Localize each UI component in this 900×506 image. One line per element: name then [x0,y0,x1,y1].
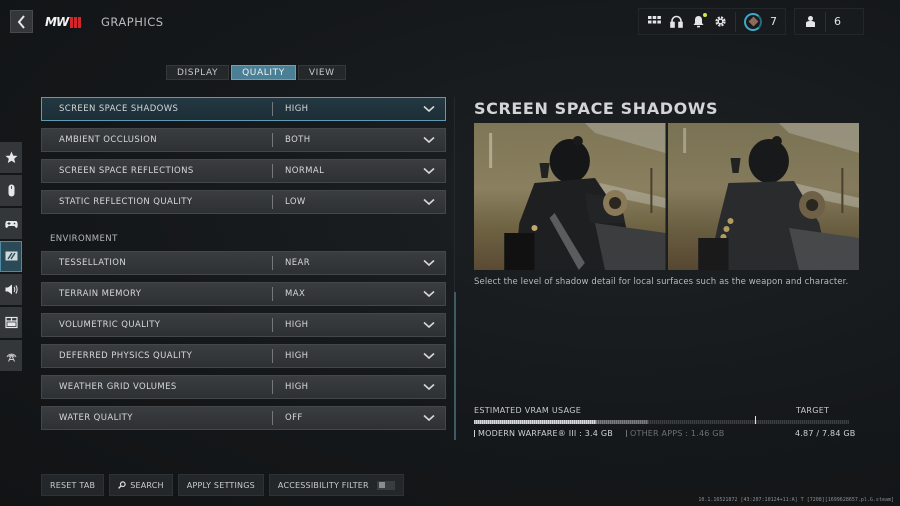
operator-icon[interactable] [803,15,817,29]
setting-value: HIGH [285,320,309,330]
setting-row-terrain-memory[interactable]: TERRAIN MEMORY MAX [41,282,446,306]
game-logo: MW [45,15,82,29]
mouse-icon [8,184,14,197]
preview-image-shadows-on [474,123,666,270]
rail-item-controller[interactable] [0,208,22,239]
setting-label: VOLUMETRIC QUALITY [59,320,161,330]
chevron-down-icon[interactable] [423,290,435,298]
player-level-badge[interactable] [744,12,762,31]
bell-icon[interactable] [691,12,707,29]
preview-image-shadows-off [667,123,859,270]
setting-row-volumetric-quality[interactable]: VOLUMETRIC QUALITY HIGH [41,313,446,337]
setting-value: HIGH [285,351,309,361]
setting-row-screen-space-shadows[interactable]: SCREEN SPACE SHADOWS HIGH [41,97,446,121]
notification-dot [703,12,707,17]
chevron-down-icon[interactable] [423,383,435,391]
player-level: 7 [770,15,777,28]
setting-value: NORMAL [285,166,325,176]
vram-target-label: TARGET [796,406,830,415]
setting-label: STATIC REFLECTION QUALITY [59,197,193,207]
vram-legend-other-apps: OTHER APPS : 1.46 GB [626,429,724,438]
chevron-down-icon[interactable] [423,352,435,360]
tab-display[interactable]: DISPLAY [166,65,230,80]
rail-item-favorites[interactable] [0,142,22,173]
vram-total: 4.87 / 7.84 GB [795,429,856,438]
rail-item-interface[interactable] [0,307,22,338]
tab-bar: DISPLAY QUALITY VIEW [166,65,346,80]
accessibility-filter-button[interactable]: ACCESSIBILITY FILTER [268,474,404,496]
signal-tower-icon [6,353,16,362]
top-right-toolbar: 7 6 [638,8,864,35]
vram-title: ESTIMATED VRAM USAGE [474,406,582,415]
search-button[interactable]: SEARCH [109,474,173,496]
apply-settings-button[interactable]: APPLY SETTINGS [177,474,264,496]
monitor-icon [5,251,17,261]
setting-value: HIGH [285,382,309,392]
settings-list: SCREEN SPACE SHADOWS HIGH AMBIENT OCCLUS… [41,97,446,437]
gamepad-icon [4,221,18,228]
setting-row-static-reflection-quality[interactable]: STATIC REFLECTION QUALITY LOW [41,190,446,214]
vram-legend-modern-warfare: MODERN WARFARE® III : 3.4 GB [474,429,613,438]
chevron-down-icon[interactable] [423,167,435,175]
setting-label: SCREEN SPACE SHADOWS [59,104,179,114]
search-icon [118,481,126,489]
setting-label: TERRAIN MEMORY [59,289,142,299]
setting-value: LOW [285,197,306,207]
rail-item-mouse[interactable] [0,175,22,206]
grid-icon[interactable] [647,15,661,29]
headset-icon[interactable] [669,15,683,29]
setting-row-water-quality[interactable]: WATER QUALITY OFF [41,406,446,430]
chevron-down-icon[interactable] [423,105,435,113]
speaker-icon [5,284,18,295]
setting-value: MAX [285,289,306,299]
preview-images [474,123,859,270]
setting-label: TESSELLATION [59,258,127,268]
setting-label: AMBIENT OCCLUSION [59,135,157,145]
setting-value: NEAR [285,258,311,268]
setting-row-deferred-physics-quality[interactable]: DEFERRED PHYSICS QUALITY HIGH [41,344,446,368]
bottom-action-bar: RESET TAB SEARCH APPLY SETTINGS ACCESSIB… [41,474,404,496]
vram-bar-modern-warfare [474,420,596,424]
chevron-down-icon[interactable] [423,259,435,267]
party-count: 6 [834,15,841,28]
rail-item-audio[interactable] [0,274,22,305]
settings-category-rail [0,142,22,371]
setting-label: WATER QUALITY [59,413,133,423]
detail-title: SCREEN SPACE SHADOWS [474,99,719,118]
vram-bar-other-apps [595,420,649,424]
gear-icon[interactable] [713,15,727,29]
setting-row-screen-space-reflections[interactable]: SCREEN SPACE REFLECTIONS NORMAL [41,159,446,183]
build-version: 10.1.16521872 [43:207:10124+11:A] T [720… [698,497,894,503]
detail-description: Select the level of shadow detail for lo… [474,277,849,287]
chevron-down-icon[interactable] [423,321,435,329]
interface-icon [4,316,18,329]
page-title: GRAPHICS [101,15,164,29]
setting-value: HIGH [285,104,309,114]
chevron-left-icon [17,14,25,29]
vram-usage-bar [474,416,849,424]
setting-value: BOTH [285,135,311,145]
setting-row-tessellation[interactable]: TESSELLATION NEAR [41,251,446,275]
section-header-environment: ENVIRONMENT [50,234,118,244]
chevron-down-icon[interactable] [423,414,435,422]
chevron-down-icon[interactable] [423,198,435,206]
star-icon [5,151,17,163]
setting-label: SCREEN SPACE REFLECTIONS [59,166,194,176]
tab-view[interactable]: VIEW [297,65,346,80]
chevron-down-icon[interactable] [423,136,435,144]
setting-row-ambient-occlusion[interactable]: AMBIENT OCCLUSION BOTH [41,128,446,152]
tab-quality[interactable]: QUALITY [231,65,296,80]
rail-item-network[interactable] [0,340,22,371]
setting-label: WEATHER GRID VOLUMES [59,382,177,392]
setting-row-weather-grid-volumes[interactable]: WEATHER GRID VOLUMES HIGH [41,375,446,399]
reset-tab-button[interactable]: RESET TAB [41,474,105,496]
accessibility-filter-toggle[interactable] [376,480,395,490]
vram-target-marker [755,416,757,424]
scrollbar-thumb[interactable] [454,292,456,440]
setting-label: DEFERRED PHYSICS QUALITY [59,351,193,361]
rail-item-graphics[interactable] [0,241,22,272]
back-button[interactable] [10,10,33,33]
setting-value: OFF [285,413,303,423]
